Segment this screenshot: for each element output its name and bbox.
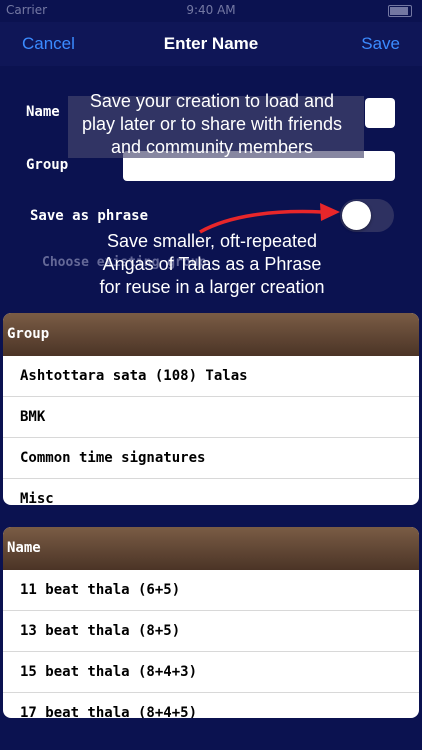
table-row[interactable]: BMK	[3, 397, 419, 438]
group-table-header: Group	[3, 313, 419, 356]
phrase-tip-line: Angas of Talas as a Phrase	[102, 254, 322, 274]
table-row[interactable]: 13 beat thala (8+5)	[3, 611, 419, 652]
table-row[interactable]: 15 beat thala (8+4+3)	[3, 652, 419, 693]
name-table-header: Name	[3, 527, 419, 570]
phrase-tip: Save smaller, oft-repeated Angas of Tala…	[62, 230, 362, 299]
phrase-tip-line: for reuse in a larger creation	[99, 277, 325, 297]
name-table: Name 11 beat thala (6+5) 13 beat thala (…	[3, 527, 419, 718]
table-row[interactable]: Misc	[3, 479, 419, 505]
group-table: Group Ashtottara sata (108) Talas BMK Co…	[3, 313, 419, 505]
table-row[interactable]: 17 beat thala (8+4+5)	[3, 693, 419, 718]
phrase-tip-line: Save smaller, oft-repeated	[106, 231, 318, 251]
table-row[interactable]: Common time signatures	[3, 438, 419, 479]
table-row[interactable]: Ashtottara sata (108) Talas	[3, 356, 419, 397]
table-row[interactable]: 11 beat thala (6+5)	[3, 570, 419, 611]
